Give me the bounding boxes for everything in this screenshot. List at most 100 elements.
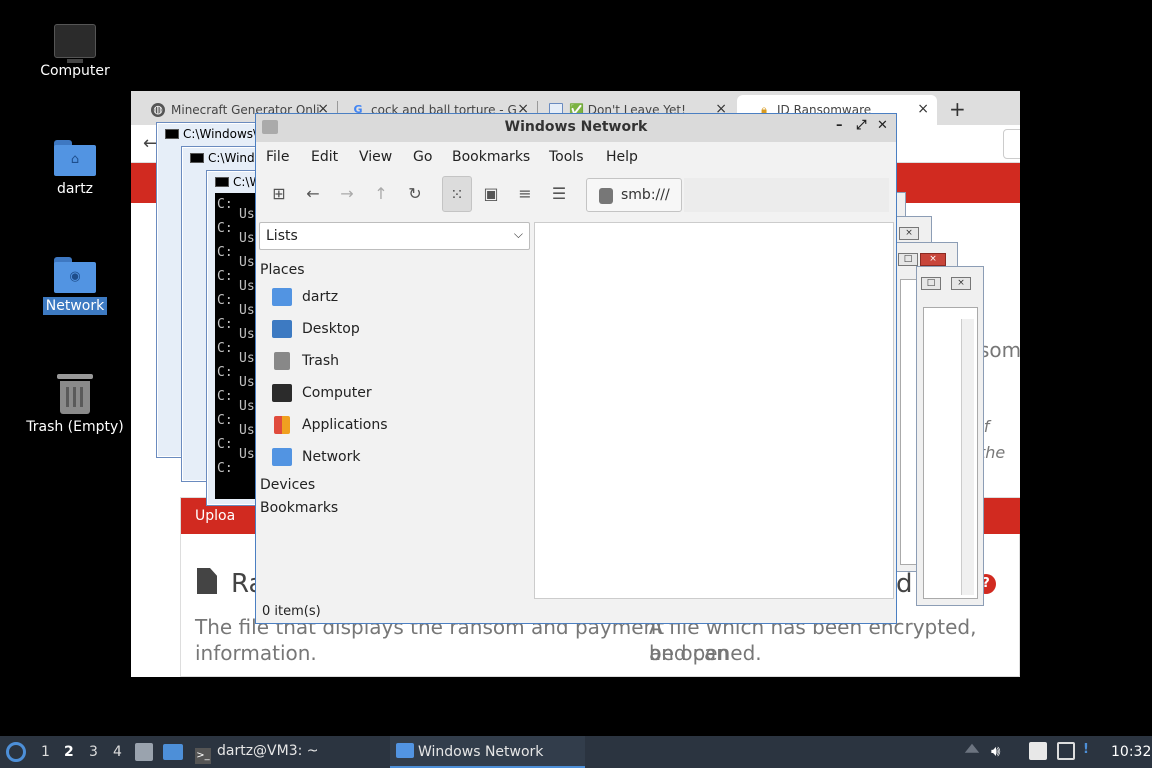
file-list-area[interactable] bbox=[534, 222, 894, 599]
desktop-icon bbox=[272, 320, 292, 338]
taskbar: 1 2 3 4 >_ dartz@VM3: ~ Windows Network 🔊… bbox=[0, 736, 1152, 768]
monitor-icon bbox=[54, 24, 96, 63]
home-folder-icon: ⌂ bbox=[54, 140, 96, 176]
close-tab-icon[interactable]: × bbox=[917, 101, 929, 117]
upload-label: Uploa bbox=[195, 508, 236, 524]
cmd-window-title: C:\Windows\ bbox=[165, 127, 257, 141]
task-label: Windows Network bbox=[418, 744, 544, 760]
address-text: smb:/// bbox=[621, 187, 670, 203]
sidebar-item-applications[interactable]: Applications bbox=[272, 414, 522, 438]
path-bar-space bbox=[684, 178, 889, 212]
sidebar-item-label: Desktop bbox=[302, 321, 360, 337]
side-text-2: If the bbox=[979, 417, 1006, 462]
menu-file[interactable]: File bbox=[266, 149, 289, 165]
workspace-1[interactable]: 1 bbox=[41, 744, 50, 760]
side-pane-selector[interactable]: Lists ⌵ bbox=[259, 222, 530, 250]
sidebar-item-label: dartz bbox=[302, 289, 339, 305]
task-terminal[interactable]: >_ dartz@VM3: ~ bbox=[195, 736, 375, 768]
sidebar-item-label: Applications bbox=[302, 417, 388, 433]
sidebar-item-label: Trash bbox=[302, 353, 339, 369]
menu-view[interactable]: View bbox=[359, 149, 392, 165]
maximize-icon[interactable]: □ bbox=[921, 277, 941, 290]
sidebar-item-network[interactable]: Network bbox=[272, 446, 522, 470]
terminal-icon: >_ bbox=[195, 748, 211, 764]
file-manager-window: Windows Network – ⤢ ✕ File Edit View Go … bbox=[255, 113, 897, 624]
sidebar-item-label: Computer bbox=[302, 385, 372, 401]
start-menu-icon[interactable] bbox=[6, 742, 26, 762]
trash-icon bbox=[57, 374, 93, 414]
menu-help[interactable]: Help bbox=[606, 149, 638, 165]
menu-bookmarks[interactable]: Bookmarks bbox=[452, 149, 530, 165]
file-manager-launcher-icon[interactable] bbox=[135, 743, 153, 761]
desktop-icon-network[interactable]: ◉ Network bbox=[20, 257, 130, 315]
maximize-icon[interactable]: □ bbox=[898, 253, 918, 266]
show-desktop-icon[interactable] bbox=[163, 744, 183, 760]
sidebar-item-computer[interactable]: Computer bbox=[272, 382, 522, 406]
cmd-icon bbox=[165, 129, 179, 139]
network-folder-icon bbox=[272, 448, 292, 466]
workspace-2[interactable]: 2 bbox=[64, 744, 74, 760]
reload-icon[interactable]: ↻ bbox=[400, 176, 430, 212]
eject-icon[interactable] bbox=[964, 743, 980, 753]
sidebar-item-desktop[interactable]: Desktop bbox=[272, 318, 522, 342]
desc-right-2: be opened. bbox=[649, 641, 762, 665]
compact-view-icon[interactable]: ≡ bbox=[510, 176, 540, 212]
menu-go[interactable]: Go bbox=[413, 149, 432, 165]
new-tab-icon[interactable]: ⊞ bbox=[264, 176, 294, 212]
icon-view-icon[interactable]: ⁙ bbox=[442, 176, 472, 212]
menu-edit[interactable]: Edit bbox=[311, 149, 338, 165]
desc-left-2: information. bbox=[195, 641, 317, 665]
applications-icon bbox=[274, 416, 290, 434]
places-header[interactable]: Places bbox=[260, 262, 305, 278]
globe-icon: ◍ bbox=[151, 103, 165, 117]
title-bar[interactable]: Windows Network – ⤢ ✕ bbox=[256, 114, 896, 142]
side-text-1: som bbox=[979, 338, 1020, 362]
task-label: dartz@VM3: ~ bbox=[217, 743, 319, 759]
close-icon[interactable]: × bbox=[899, 227, 919, 240]
network-status-icon[interactable] bbox=[1057, 742, 1075, 760]
thumbnail-view-icon[interactable]: ▣ bbox=[476, 176, 506, 212]
desktop-icon-dartz[interactable]: ⌂ dartz bbox=[20, 140, 130, 198]
task-windows-network[interactable]: Windows Network bbox=[390, 736, 585, 768]
back-icon[interactable]: ← bbox=[298, 176, 328, 212]
close-icon[interactable]: × bbox=[920, 253, 946, 266]
toolbar: ⊞ ← → ↑ ↻ ⁙ ▣ ≡ ☰ smb:/// bbox=[256, 176, 896, 216]
status-bar: 0 item(s) bbox=[262, 604, 321, 619]
menu-bar: File Edit View Go Bookmarks Tools Help bbox=[256, 144, 896, 170]
devices-header[interactable]: Devices bbox=[260, 477, 315, 493]
window-title: Windows Network bbox=[504, 119, 648, 135]
maximize-icon[interactable]: ⤢ bbox=[856, 118, 866, 133]
menu-tools[interactable]: Tools bbox=[549, 149, 584, 165]
workspace-4[interactable]: 4 bbox=[113, 744, 122, 760]
sidebar-item-dartz[interactable]: dartz bbox=[272, 286, 522, 310]
notification-icon[interactable]: ! bbox=[1083, 742, 1101, 760]
workspace-3[interactable]: 3 bbox=[89, 744, 98, 760]
sidebar-item-trash[interactable]: Trash bbox=[272, 350, 522, 374]
minimize-icon[interactable]: – bbox=[836, 118, 843, 133]
close-icon[interactable]: × bbox=[951, 277, 971, 290]
computer-icon bbox=[272, 384, 292, 402]
clipboard-icon[interactable] bbox=[1029, 742, 1047, 760]
extension-box[interactable] bbox=[1003, 129, 1020, 159]
desktop-icon-computer[interactable]: Computer bbox=[20, 24, 130, 80]
desktop-icon-label: Computer bbox=[40, 63, 110, 79]
clock[interactable]: 10:32 bbox=[1111, 744, 1151, 760]
chevron-down-icon: ⌵ bbox=[513, 227, 523, 241]
detailed-view-icon[interactable]: ☰ bbox=[544, 176, 574, 212]
network-folder-icon: ◉ bbox=[54, 257, 96, 293]
cmd-icon bbox=[190, 153, 204, 163]
volume-icon[interactable]: 🔊︎ bbox=[991, 742, 1009, 760]
folder-icon bbox=[396, 743, 414, 758]
dialog-window-4: □ × bbox=[916, 266, 984, 606]
up-icon[interactable]: ↑ bbox=[366, 176, 396, 212]
forward-icon[interactable]: → bbox=[332, 176, 362, 212]
desktop-icon-label: Network bbox=[42, 297, 108, 315]
close-icon[interactable]: ✕ bbox=[877, 118, 888, 133]
home-folder-icon bbox=[272, 288, 292, 306]
path-button[interactable]: smb:/// bbox=[586, 178, 682, 212]
new-tab-button[interactable]: + bbox=[949, 97, 966, 121]
bookmarks-header[interactable]: Bookmarks bbox=[260, 500, 338, 516]
desktop-icon-trash[interactable]: Trash (Empty) bbox=[20, 374, 130, 436]
search-icon bbox=[599, 188, 613, 204]
scrollbar[interactable] bbox=[961, 319, 974, 595]
